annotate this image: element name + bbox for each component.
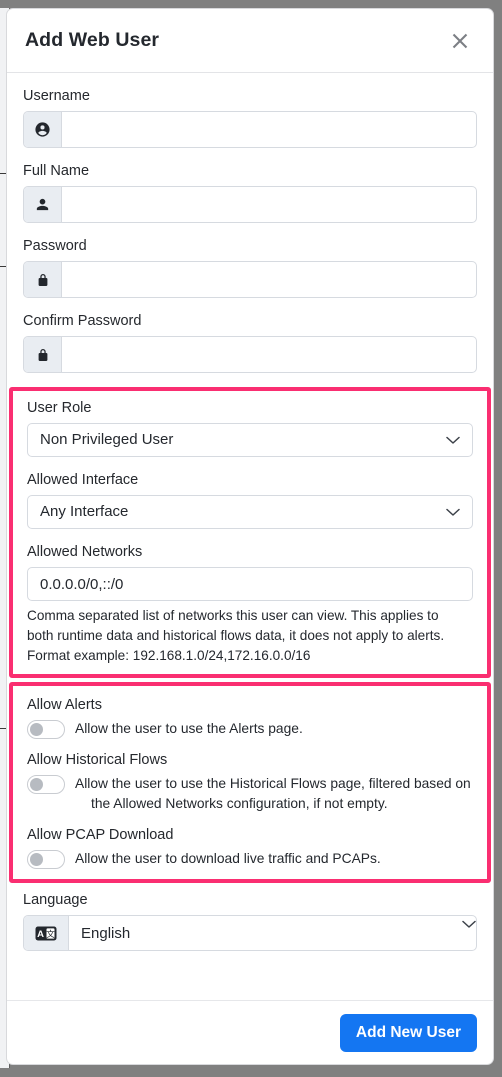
password-label: Password [23,238,87,254]
field-username: Username [7,87,493,148]
allow-historical-flows-switch[interactable] [27,775,65,794]
svg-text:文: 文 [46,929,55,939]
field-password: Password [7,237,493,298]
highlight-box-permissions-scope: User Role Non Privileged User Allowed In… [9,387,491,678]
allowed-networks-help: Comma separated list of networks this us… [27,606,473,666]
person-icon [24,187,62,222]
field-confirm-password: Confirm Password [7,312,493,373]
full-name-label: Full Name [23,163,90,179]
svg-text:A: A [37,929,44,940]
toggle-allow-alerts: Allow Alerts Allow the user to use the A… [13,696,487,739]
allow-alerts-description: Allow the user to use the Alerts page. [75,721,303,736]
toggle-allow-pcap-download: Allow PCAP Download Allow the user to do… [13,826,487,869]
allow-historical-flows-title: Allow Historical Flows [27,752,168,768]
modal-header: Add Web User [7,9,493,73]
help-line-1: Comma separated list of networks this us… [27,608,439,623]
language-select[interactable]: A 文 English [23,915,477,951]
screen-root: Add Web User Username Full Name Password… [0,0,502,1077]
password-input[interactable] [62,262,476,297]
lock-icon [24,262,62,297]
allow-historical-flows-description: Allow the user to use the Historical Flo… [75,774,473,814]
allow-alerts-switch[interactable] [27,720,65,739]
allow-pcap-download-title: Allow PCAP Download [27,827,174,843]
historical-flows-desc-line-2: the Allowed Networks configuration, if n… [91,796,388,811]
chevron-down-icon [446,436,472,445]
translate-icon: A 文 [24,916,69,950]
field-full-name: Full Name [7,162,493,223]
password-input-group[interactable] [23,261,477,298]
language-label: Language [23,892,88,908]
language-value: English [81,924,131,942]
allow-pcap-download-description: Allow the user to download live traffic … [75,851,381,866]
add-web-user-modal: Add Web User Username Full Name Password… [6,8,494,1065]
confirm-password-input-group[interactable] [23,336,477,373]
username-label: Username [23,88,90,104]
confirm-password-label: Confirm Password [23,313,142,329]
field-user-role: User Role Non Privileged User [13,399,487,457]
full-name-input[interactable] [62,187,476,222]
allow-alerts-title: Allow Alerts [27,697,102,713]
confirm-password-input[interactable] [62,337,476,372]
field-allowed-networks: Allowed Networks Comma separated list of… [13,543,487,666]
username-input[interactable] [62,112,476,147]
help-line-2: both runtime data and historical flows d… [27,628,445,643]
page-title: Add Web User [25,29,160,51]
chevron-down-icon [462,916,476,950]
user-role-label: User Role [27,400,92,416]
allowed-networks-input[interactable] [27,567,473,601]
lock-icon [24,337,62,372]
close-icon[interactable] [445,26,475,56]
modal-footer: Add New User [7,1000,493,1064]
account-circle-icon [24,112,62,147]
field-language: Language A 文 English [7,891,493,951]
user-role-select[interactable]: Non Privileged User [27,423,473,457]
allowed-interface-label: Allowed Interface [27,472,139,488]
username-input-group[interactable] [23,111,477,148]
chevron-down-icon [446,508,472,517]
allowed-interface-value: Any Interface [40,503,129,520]
allowed-interface-select[interactable]: Any Interface [27,495,473,529]
toggle-allow-historical-flows: Allow Historical Flows Allow the user to… [13,751,487,814]
full-name-input-group[interactable] [23,186,477,223]
allow-pcap-download-switch[interactable] [27,850,65,869]
user-role-value: Non Privileged User [40,431,174,448]
highlight-box-feature-toggles: Allow Alerts Allow the user to use the A… [9,682,491,883]
add-new-user-button[interactable]: Add New User [339,1013,477,1052]
allowed-networks-label: Allowed Networks [27,544,143,560]
help-line-3: Format example: 192.168.1.0/24,172.16.0.… [27,648,311,663]
field-allowed-interface: Allowed Interface Any Interface [13,471,487,529]
historical-flows-desc-line-1: Allow the user to use the Historical Flo… [75,776,471,791]
modal-body: Username Full Name Password Confirm Pass… [7,73,493,1000]
